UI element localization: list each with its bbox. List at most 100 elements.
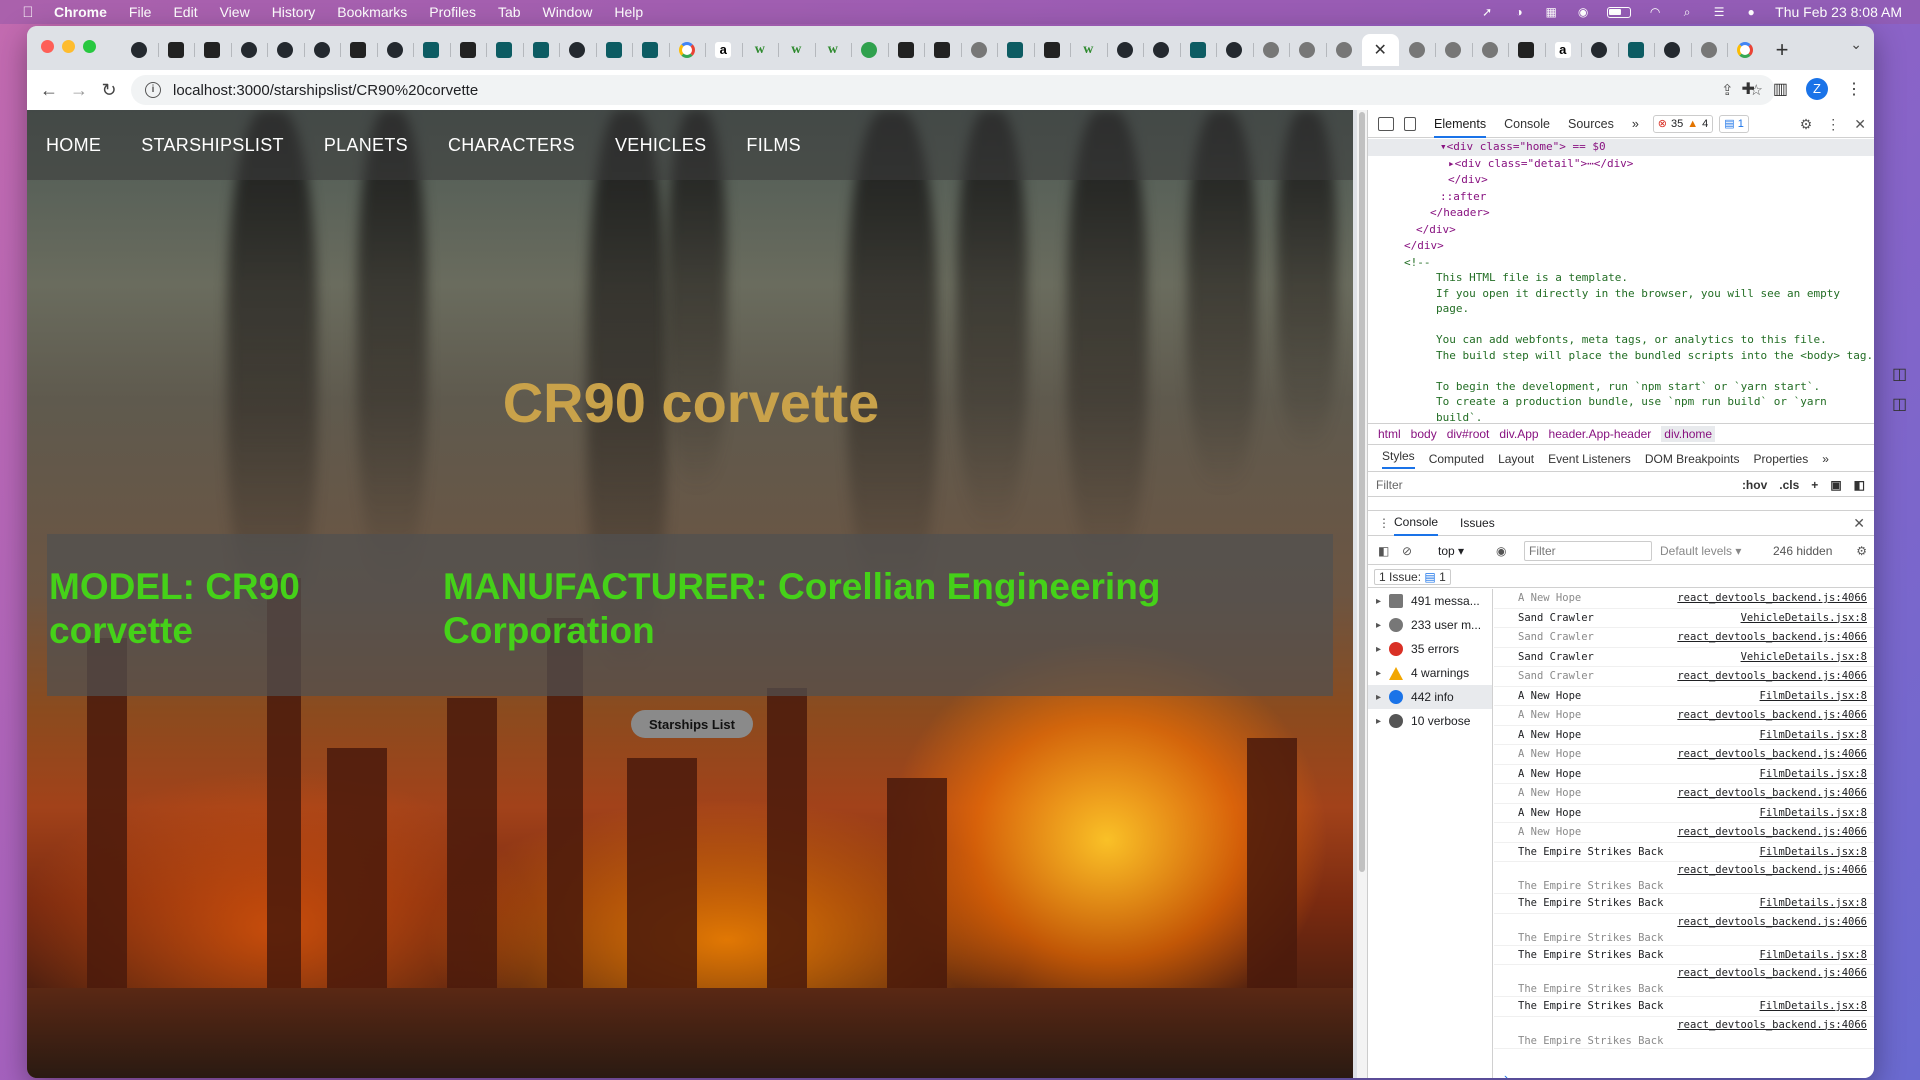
breadcrumb-item[interactable]: header.App-header bbox=[1549, 427, 1652, 441]
expand-caret-icon[interactable]: ▸ bbox=[1376, 620, 1381, 631]
new-tab-button[interactable]: + bbox=[1767, 34, 1797, 66]
browser-tab[interactable] bbox=[1143, 34, 1180, 66]
computed-sidebar-icon[interactable]: ▣ bbox=[1830, 478, 1841, 492]
dom-node-line[interactable]: </div> bbox=[1368, 222, 1874, 239]
browser-tab[interactable] bbox=[559, 34, 596, 66]
browser-tab[interactable] bbox=[230, 34, 268, 66]
browser-tab[interactable] bbox=[267, 34, 304, 66]
console-sidebar-item[interactable]: ▸ 233 user m... bbox=[1368, 613, 1492, 637]
browser-tab[interactable]: w bbox=[778, 34, 815, 66]
expand-caret-icon[interactable]: ▸ bbox=[1376, 668, 1381, 679]
siri-icon[interactable]: ● bbox=[1743, 5, 1759, 19]
minimize-window-button[interactable] bbox=[62, 40, 75, 53]
browser-tab[interactable] bbox=[1033, 34, 1071, 66]
browser-tab[interactable] bbox=[1654, 34, 1691, 66]
dom-node-line[interactable]: </header> bbox=[1368, 205, 1874, 222]
browser-tab[interactable] bbox=[632, 34, 669, 66]
browser-tab[interactable] bbox=[1106, 34, 1144, 66]
browser-tab[interactable] bbox=[1508, 34, 1545, 66]
console-sidebar-item[interactable]: ▸ 491 messa... bbox=[1368, 589, 1492, 613]
clock[interactable]: Thu Feb 23 8:08 AM bbox=[1775, 4, 1902, 20]
live-expression-eye-icon[interactable]: ◉ bbox=[1496, 544, 1506, 558]
browser-tab[interactable] bbox=[1289, 34, 1326, 66]
browser-tab[interactable] bbox=[668, 34, 706, 66]
source-link[interactable]: FilmDetails.jsx:8 bbox=[1760, 729, 1867, 741]
browser-tab[interactable]: w bbox=[741, 34, 779, 66]
tab-console[interactable]: Console bbox=[1504, 110, 1550, 138]
browser-tab[interactable]: a bbox=[1544, 34, 1582, 66]
source-link[interactable]: VehicleDetails.jsx:8 bbox=[1741, 651, 1867, 663]
extensions-puzzle-icon[interactable]: ✚ bbox=[1741, 79, 1754, 99]
console-sidebar-item[interactable]: ▸ 442 info bbox=[1368, 685, 1492, 709]
console-sidebar-item[interactable]: ▸ 10 verbose bbox=[1368, 709, 1492, 733]
starships-list-button[interactable]: Starships List bbox=[631, 710, 753, 738]
url-text[interactable]: localhost:3000/starshipslist/CR90%20corv… bbox=[173, 82, 478, 99]
settings-gear-icon[interactable]: ⚙ bbox=[1800, 116, 1813, 133]
source-link[interactable]: FilmDetails.jsx:8 bbox=[1760, 690, 1867, 702]
menu-file[interactable]: File bbox=[129, 4, 152, 20]
console-sidebar-item[interactable]: ▸ 4 warnings bbox=[1368, 661, 1492, 685]
nav-characters[interactable]: CHARACTERS bbox=[448, 135, 575, 156]
browser-tab[interactable] bbox=[194, 34, 231, 66]
drawer-menu-icon[interactable]: ⋮ bbox=[1378, 516, 1390, 530]
tab-elements[interactable]: Elements bbox=[1434, 110, 1487, 138]
menu-app-name[interactable]: Chrome bbox=[54, 4, 107, 20]
nav-home[interactable]: HOME bbox=[46, 135, 101, 156]
expand-caret-icon[interactable]: ▸ bbox=[1376, 644, 1381, 655]
source-link[interactable]: FilmDetails.jsx:8 bbox=[1760, 897, 1867, 909]
vpn-icon[interactable]: ◑ bbox=[1511, 5, 1527, 19]
inspect-element-icon[interactable] bbox=[1378, 116, 1394, 131]
menu-bookmarks[interactable]: Bookmarks bbox=[337, 4, 407, 20]
console-filter-input[interactable]: Filter bbox=[1524, 541, 1652, 561]
expand-caret-icon[interactable]: ▸ bbox=[1376, 692, 1381, 703]
source-link[interactable]: FilmDetails.jsx:8 bbox=[1760, 1000, 1867, 1012]
browser-tab[interactable] bbox=[960, 34, 998, 66]
menu-help[interactable]: Help bbox=[614, 4, 643, 20]
browser-tab[interactable] bbox=[1399, 34, 1436, 66]
styles-subtab[interactable]: Event Listeners bbox=[1548, 452, 1631, 466]
console-sidebar-item[interactable]: ▸ 35 errors bbox=[1368, 637, 1492, 661]
styles-subtab[interactable]: Styles bbox=[1382, 449, 1415, 469]
forward-arrow-icon[interactable]: → bbox=[67, 78, 91, 102]
menu-window[interactable]: Window bbox=[543, 4, 593, 20]
source-link[interactable]: FilmDetails.jsx:8 bbox=[1760, 768, 1867, 780]
source-link[interactable]: FilmDetails.jsx:8 bbox=[1760, 846, 1867, 858]
browser-tab[interactable] bbox=[924, 34, 961, 66]
dom-node-line[interactable]: ▸<div class="detail">⋯</div> bbox=[1368, 156, 1874, 173]
browser-tab[interactable] bbox=[449, 34, 487, 66]
browser-tab[interactable] bbox=[1690, 34, 1728, 66]
source-link[interactable]: react_devtools_backend.js:4066 bbox=[1677, 864, 1867, 876]
browser-tab[interactable] bbox=[157, 34, 195, 66]
log-levels-select[interactable]: Default levels ▾ bbox=[1660, 544, 1741, 558]
source-link[interactable]: react_devtools_backend.js:4066 bbox=[1677, 592, 1867, 604]
nav-planets[interactable]: PLANETS bbox=[324, 135, 408, 156]
styles-subtab[interactable]: Properties bbox=[1754, 452, 1809, 466]
source-link[interactable]: react_devtools_backend.js:4066 bbox=[1677, 967, 1867, 979]
device-toolbar-icon[interactable] bbox=[1404, 116, 1416, 131]
issues-badge[interactable]: ▤ 1 bbox=[1719, 114, 1749, 133]
browser-tab[interactable] bbox=[1617, 34, 1655, 66]
menu-profiles[interactable]: Profiles bbox=[429, 4, 476, 20]
breadcrumb-item[interactable]: html bbox=[1378, 427, 1401, 441]
profile-avatar[interactable]: Z bbox=[1806, 78, 1828, 100]
styles-subtab[interactable]: DOM Breakpoints bbox=[1645, 452, 1740, 466]
tab-search-chevron-icon[interactable]: ⌄ bbox=[1850, 36, 1862, 53]
styles-filter-input[interactable]: Filter bbox=[1376, 478, 1403, 492]
browser-tab[interactable]: a bbox=[705, 34, 742, 66]
nav-vehicles[interactable]: VEHICLES bbox=[615, 135, 706, 156]
close-tab-icon[interactable]: ✕ bbox=[1374, 40, 1387, 60]
source-link[interactable]: react_devtools_backend.js:4066 bbox=[1677, 670, 1867, 682]
nav-starshipslist[interactable]: STARSHIPSLIST bbox=[141, 135, 284, 156]
rocket-icon[interactable]: ➚ bbox=[1479, 5, 1495, 19]
search-icon[interactable]: ⌕ bbox=[1679, 5, 1695, 19]
browser-tab[interactable] bbox=[1471, 34, 1509, 66]
source-link[interactable]: react_devtools_backend.js:4066 bbox=[1677, 709, 1867, 721]
browser-tab[interactable] bbox=[595, 34, 633, 66]
back-arrow-icon[interactable]: ← bbox=[37, 78, 61, 102]
expand-caret-icon[interactable]: ▸ bbox=[1376, 716, 1381, 727]
drawer-tab-issues[interactable]: Issues bbox=[1460, 516, 1495, 530]
browser-tab[interactable] bbox=[1179, 34, 1217, 66]
source-link[interactable]: react_devtools_backend.js:4066 bbox=[1677, 748, 1867, 760]
browser-tab[interactable] bbox=[522, 34, 560, 66]
styles-subtab[interactable]: Layout bbox=[1498, 452, 1534, 466]
